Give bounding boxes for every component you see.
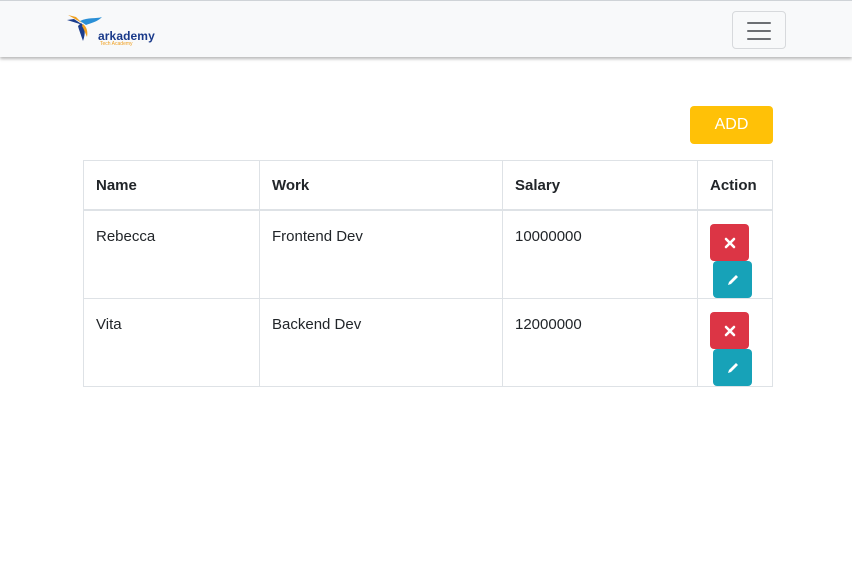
times-icon [724,325,735,336]
cell-name: Rebecca [83,209,260,299]
pencil-icon [727,274,738,285]
employee-table: Name Work Salary Action Rebecca Frontend… [83,160,773,387]
edit-button[interactable] [713,349,752,386]
hamburger-menu-icon [747,22,771,24]
navbar: arkademy Tech Academy [0,0,852,57]
table-header-row: Name Work Salary Action [83,160,773,211]
delete-button[interactable] [710,312,749,349]
brand-tagline: Tech Academy [100,41,133,47]
navbar-toggler-button[interactable] [732,11,786,49]
pencil-icon [727,362,738,373]
cell-actions [697,209,773,299]
cell-work: Backend Dev [259,298,503,387]
hamburger-menu-icon [747,30,771,32]
column-header-salary: Salary [502,160,698,211]
edit-button[interactable] [713,261,752,298]
cell-name: Vita [83,298,260,387]
cell-salary: 12000000 [502,298,698,387]
add-button[interactable]: ADD [690,106,773,144]
column-header-work: Work [259,160,503,211]
times-icon [724,237,735,248]
column-header-action: Action [697,160,773,211]
table-row: Vita Backend Dev 12000000 [83,298,773,387]
cell-actions [697,298,773,387]
brand-logo[interactable]: arkademy Tech Academy [66,11,166,51]
cell-work: Frontend Dev [259,209,503,299]
cell-salary: 10000000 [502,209,698,299]
column-header-name: Name [83,160,260,211]
delete-button[interactable] [710,224,749,261]
table-row: Rebecca Frontend Dev 10000000 [83,209,773,299]
hamburger-menu-icon [747,38,771,40]
